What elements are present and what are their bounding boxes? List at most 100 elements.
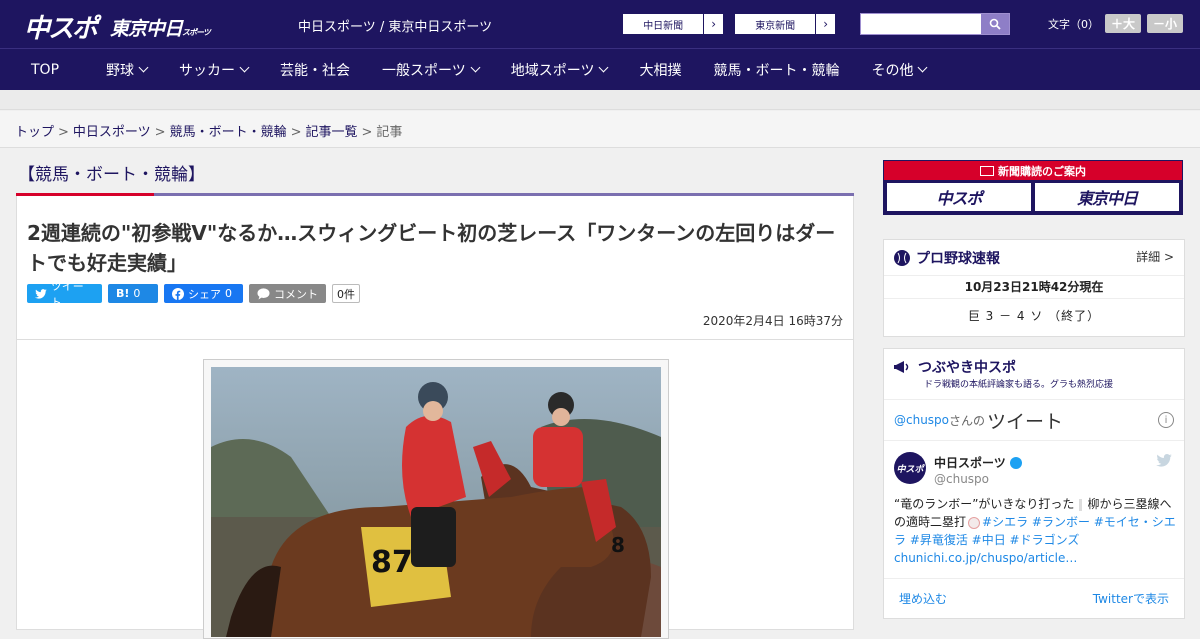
hatena-bookmark-button[interactable]: B! 0 bbox=[108, 284, 158, 303]
comment-count: 0件 bbox=[332, 284, 360, 303]
tweet-user[interactable]: 中日スポーツ bbox=[934, 454, 1022, 471]
tokyo-chunichi-logo-small: スポーツ bbox=[182, 28, 211, 37]
tweet-link[interactable]: chunichi.co.jp/chuspo/article… bbox=[894, 551, 1077, 565]
breadcrumb-sep: > bbox=[290, 125, 302, 140]
chunichi-shimbun-button[interactable]: 中日新聞 › bbox=[622, 13, 724, 35]
article-photo[interactable]: 87 8 bbox=[211, 367, 661, 637]
tweets-handle-suffix: さんの bbox=[949, 413, 986, 428]
nav-item-label: 一般スポーツ bbox=[382, 62, 466, 79]
nav-item-7[interactable]: 競馬・ボート・競輪 bbox=[697, 49, 855, 91]
tweet-label: ツイート bbox=[50, 279, 84, 309]
chevron-down-icon bbox=[599, 62, 609, 73]
tokyo-shimbun-label: 東京新聞 bbox=[755, 20, 796, 32]
hatena-icon: B! bbox=[116, 287, 130, 300]
tokyo-shimbun-button[interactable]: 東京新聞 › bbox=[734, 13, 836, 35]
chuspo-logo[interactable]: 中スポ bbox=[24, 8, 98, 45]
subscribe-chuspo-button[interactable]: 中スポ bbox=[887, 183, 1031, 211]
nav-item-8[interactable]: その他 bbox=[855, 49, 942, 91]
nav-item-label: 競馬・ボート・競輪 bbox=[713, 62, 840, 79]
font-size-control: 文字（0） ＋大 －小 bbox=[1048, 14, 1184, 33]
saddle-number-partial: 8 bbox=[611, 533, 625, 557]
baseball-title-label: プロ野球速報 bbox=[916, 251, 1000, 267]
breadcrumb-article-list[interactable]: 記事一覧 bbox=[306, 125, 358, 140]
tsubuyaki-title-label: つぶやき中スポ bbox=[918, 360, 1016, 376]
breadcrumb-current: 記事 bbox=[376, 125, 403, 140]
chevron-down-icon bbox=[239, 62, 250, 73]
nav-item-label: TOP bbox=[31, 61, 60, 78]
nav-item-6[interactable]: 大相撲 bbox=[623, 49, 697, 91]
nav-item-label: 野球 bbox=[106, 62, 135, 79]
hatena-count: 0 bbox=[133, 287, 141, 300]
verified-icon bbox=[1009, 456, 1022, 469]
article-header: 2週連続の"初参戦V"なるか…スウィングビート初の芝レース「ワンターンの左回りは… bbox=[16, 196, 854, 340]
tweet-text: “竜のランボー”がいきなり打った 柳から三塁線への適時二塁打 #シエラ #ランボー … bbox=[894, 495, 1176, 567]
chevron-right-icon: › bbox=[703, 14, 723, 34]
tokyo-chunichi-logo[interactable]: 東京中日スポーツ bbox=[110, 14, 211, 41]
nav-item-label: その他 bbox=[871, 62, 914, 79]
search-input[interactable] bbox=[860, 13, 1010, 35]
main-content: 【競馬・ボート・競輪】 2週連続の"初参戦V"なるか…スウィングビート初の芝レー… bbox=[0, 149, 1200, 639]
nav-item-4[interactable]: 一般スポーツ bbox=[366, 49, 495, 91]
breadcrumb-chuspo[interactable]: 中日スポーツ bbox=[73, 125, 151, 140]
photo-frame: 87 8 bbox=[203, 359, 669, 639]
facebook-share-button[interactable]: シェア 0 bbox=[164, 284, 243, 303]
tsubuyaki-title: つぶやき中スポ bbox=[894, 357, 1016, 377]
breadcrumb-keiba[interactable]: 競馬・ボート・競輪 bbox=[170, 125, 287, 140]
main-nav: TOP 野球 サッカー 芸能・社会 一般スポーツ 地域スポーツ 大相撲 競馬・ボート・競輪 その… bbox=[0, 48, 1200, 90]
twitter-bird-icon bbox=[1156, 454, 1172, 467]
avatar[interactable]: 中スポ bbox=[894, 452, 926, 484]
subscribe-banner[interactable]: 新聞購読のご案内 中スポ 東京中日 bbox=[883, 160, 1183, 215]
nav-item-3[interactable]: 芸能・社会 bbox=[264, 49, 366, 91]
facebook-icon bbox=[172, 287, 184, 300]
nav-item-label: 芸能・社会 bbox=[280, 62, 351, 79]
nav-item-0[interactable]: TOP bbox=[0, 49, 90, 91]
share-bar: ツイート B! 0 シェア 0 コメント 0件 bbox=[27, 280, 360, 309]
tweet-text-prefix: “竜のランボー”がいきなり打った bbox=[894, 497, 1075, 511]
embed-link[interactable]: 埋め込む bbox=[899, 590, 947, 607]
nav-item-2[interactable]: サッカー bbox=[163, 49, 264, 91]
nav-item-5[interactable]: 地域スポーツ bbox=[495, 49, 624, 91]
twitter-panel: つぶやき中スポ ドラ戦観の本紙評論家も語る。グラも熱烈応援 @chuspo さんの… bbox=[883, 348, 1185, 619]
subscribe-tokyo-chunichi-button[interactable]: 東京中日 bbox=[1035, 183, 1179, 211]
nav-item-label: サッカー bbox=[179, 62, 236, 79]
baseball-timestamp: 10月23日21時42分現在 bbox=[884, 275, 1184, 299]
tweets-handle[interactable]: @chuspo bbox=[894, 413, 949, 427]
newspaper-icon bbox=[980, 165, 994, 176]
nav-item-1[interactable]: 野球 bbox=[90, 49, 163, 91]
article-image-area: 87 8 bbox=[16, 340, 854, 639]
baseball-detail-link[interactable]: 詳細 > bbox=[1136, 248, 1174, 265]
baseball-emoji-icon bbox=[968, 516, 981, 529]
facebook-share-count: 0 bbox=[225, 287, 232, 300]
baseball-title: プロ野球速報 bbox=[894, 248, 1000, 268]
breadcrumb-sep: > bbox=[361, 125, 373, 140]
ad-band bbox=[0, 90, 1200, 110]
font-smaller-button[interactable]: －小 bbox=[1147, 14, 1184, 33]
baseball-score-panel: プロ野球速報 詳細 > 10月23日21時42分現在 巨 3 － 4 ソ （終了… bbox=[883, 239, 1185, 337]
site-links[interactable]: 中日スポーツ / 東京中日スポーツ bbox=[298, 16, 492, 35]
category-heading: 【競馬・ボート・競輪】 bbox=[18, 165, 205, 185]
baseball-icon bbox=[894, 250, 910, 266]
article-date: 2020年2月4日 16時37分 bbox=[702, 314, 843, 328]
tokyo-chunichi-logo-text: 東京中日 bbox=[110, 18, 183, 40]
tweet-user-handle[interactable]: @chuspo bbox=[934, 472, 989, 486]
tweet-button[interactable]: ツイート bbox=[27, 280, 102, 309]
font-size-label: 文字（0） bbox=[1048, 17, 1099, 31]
baseball-score[interactable]: 巨 3 － 4 ソ （終了） bbox=[884, 307, 1184, 324]
view-on-twitter-link[interactable]: Twitterで表示 bbox=[1093, 590, 1169, 607]
comment-button[interactable]: コメント bbox=[249, 284, 326, 303]
saddle-number: 87 bbox=[371, 545, 413, 580]
font-larger-button[interactable]: ＋大 bbox=[1105, 14, 1142, 33]
info-icon[interactable]: i bbox=[1158, 412, 1174, 428]
comment-label: コメント bbox=[274, 287, 318, 301]
chevron-down-icon bbox=[470, 62, 481, 73]
article-headline: 2週連続の"初参戦V"なるか…スウィングビート初の芝レース「ワンターンの左回りは… bbox=[27, 221, 836, 275]
tweets-label: ツイート bbox=[987, 410, 1064, 433]
breadcrumb: トップ > 中日スポーツ > 競馬・ボート・競輪 > 記事一覧 > 記事 bbox=[0, 111, 1200, 148]
tweet-user-name: 中日スポーツ bbox=[934, 456, 1006, 470]
chevron-right-icon: › bbox=[815, 14, 835, 34]
search-button[interactable] bbox=[981, 14, 1009, 34]
breadcrumb-top[interactable]: トップ bbox=[15, 125, 54, 140]
speech-bubble-icon bbox=[257, 287, 270, 299]
search-icon bbox=[989, 18, 1001, 30]
nav-item-label: 大相撲 bbox=[639, 62, 682, 79]
